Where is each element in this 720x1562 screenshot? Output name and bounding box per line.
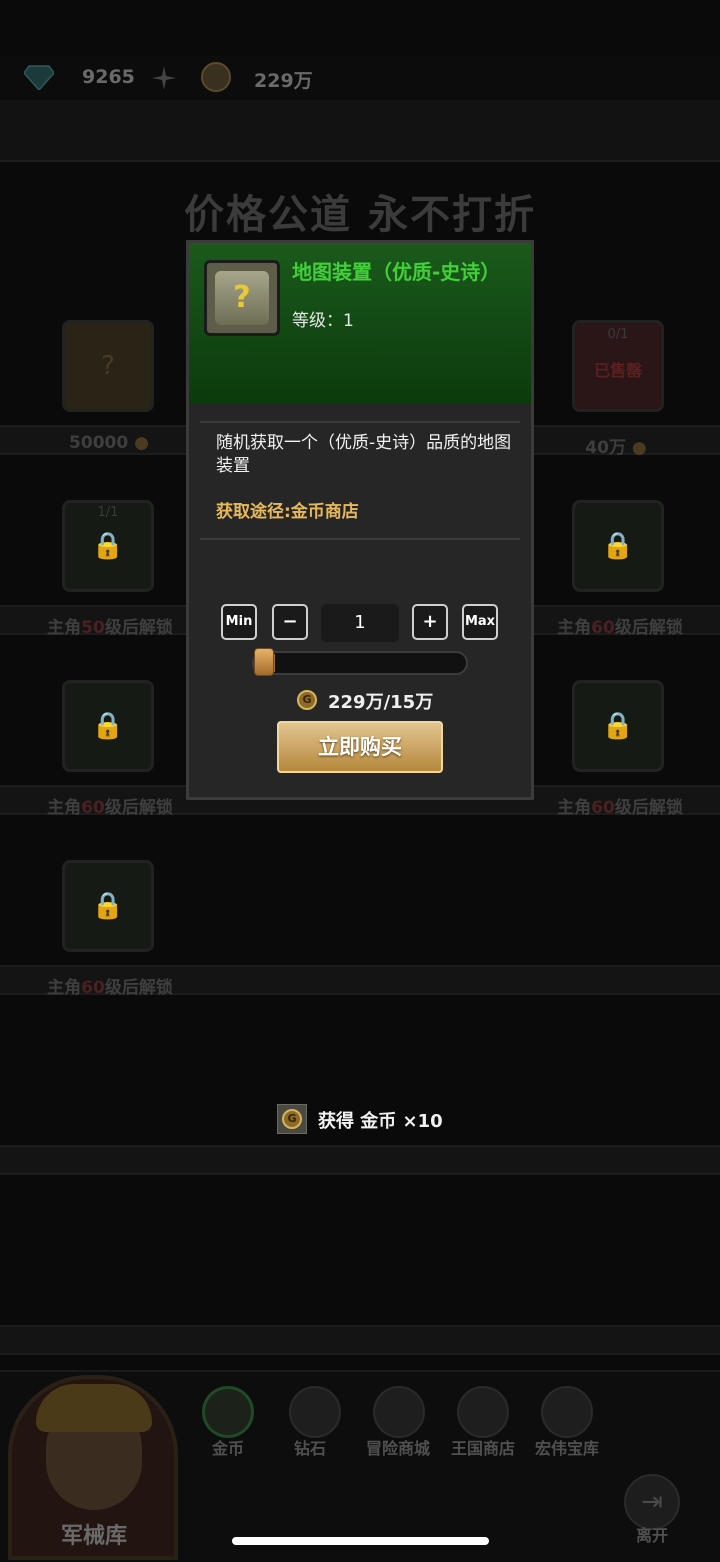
item-source: 获取途径:金币商店 [216, 502, 359, 522]
sold-out-badge: 已售罄 [593, 361, 642, 380]
map-device-icon: ? [215, 271, 269, 325]
shop-item-slot-locked[interactable]: 🔒 [572, 500, 664, 592]
plus-icon[interactable] [150, 64, 178, 92]
increase-button[interactable]: + [412, 604, 448, 640]
shop-item-slot-locked[interactable]: 🔒 [572, 680, 664, 772]
tab-grand-treasury[interactable] [536, 1386, 598, 1438]
lock-icon: 🔒 [601, 531, 635, 561]
shop-item-slot[interactable]: ? [62, 320, 154, 412]
shop-title: 价格公道 永不打折 [184, 191, 536, 238]
slot-price: 40万 ● [585, 438, 647, 458]
diamond-count: 9265 [82, 66, 135, 88]
coin-icon: G [297, 690, 317, 710]
decrease-button[interactable]: − [272, 604, 308, 640]
gold-count: 229万 [254, 70, 313, 92]
lock-icon: 🔒 [601, 711, 635, 741]
slider-handle[interactable] [254, 648, 274, 676]
tab-kingdom-store-label: 王国商店 [450, 1439, 515, 1458]
lock-icon: 🔒 [91, 891, 125, 921]
limit-count: 0/1 [607, 327, 629, 342]
gem-icon [24, 65, 54, 90]
tab-grand-treasury-label: 宏伟宝库 [534, 1439, 599, 1458]
item-level: 等级：1 [292, 311, 354, 331]
item-description: 随机获取一个（优质-史诗）品质的地图装置 [216, 433, 512, 476]
exit-label[interactable]: 离开 [624, 1522, 680, 1546]
lock-icon: 🔒 [91, 711, 125, 741]
coin-icon [202, 1386, 254, 1438]
shop-item-slot-locked[interactable]: 🔒 [62, 680, 154, 772]
tab-adventure-mall-label: 冒险商城 [365, 1439, 430, 1458]
shelf [0, 1325, 720, 1355]
armory-label: 军械库 [60, 1524, 127, 1549]
shop-item-slot-locked[interactable]: 1/1 🔒 [62, 500, 154, 592]
quantity-field[interactable]: 1 [321, 604, 399, 642]
divider [200, 421, 520, 423]
tab-diamond[interactable] [284, 1386, 346, 1438]
question-icon: ? [101, 351, 115, 381]
item-icon-frame: ? [204, 260, 280, 336]
treasure-icon [541, 1386, 593, 1438]
shop-header [0, 100, 720, 162]
unlock-requirement: 主角60级后解锁 [47, 798, 173, 818]
buy-now-button[interactable]: 立即购买 [277, 721, 443, 773]
tab-gold[interactable] [197, 1386, 259, 1438]
unlock-requirement: 主角60级后解锁 [47, 978, 173, 998]
divider [200, 538, 520, 540]
diamond-icon [289, 1386, 341, 1438]
tab-adventure-mall[interactable] [368, 1386, 430, 1438]
shop-item-slot-locked[interactable]: 🔒 [62, 860, 154, 952]
slot-price: 50000 ● [69, 433, 149, 453]
max-button[interactable]: Max [462, 604, 498, 640]
hero-hair [36, 1384, 152, 1432]
coin-icon: G [277, 1104, 307, 1134]
item-name: 地图装置（优质-史诗） [292, 260, 501, 284]
tab-diamond-label: 钻石 [293, 1439, 326, 1458]
quantity-slider[interactable] [252, 651, 468, 675]
price-text: 229万/15万 [328, 692, 434, 713]
shop-item-slot[interactable]: 0/1 已售罄 [572, 320, 664, 412]
reward-toast: 获得 金币 ×10 [318, 1111, 443, 1132]
min-button[interactable]: Min [221, 604, 257, 640]
limit-count: 1/1 [97, 505, 119, 520]
helmet-icon [373, 1386, 425, 1438]
tab-kingdom-store[interactable] [452, 1386, 514, 1438]
home-indicator[interactable] [232, 1537, 489, 1545]
coin-icon [201, 62, 231, 92]
unlock-requirement: 主角60级后解锁 [557, 798, 683, 818]
shelf [0, 1145, 720, 1175]
unlock-requirement: 主角60级后解锁 [557, 618, 683, 638]
crown-icon [457, 1386, 509, 1438]
unlock-requirement: 主角50级后解锁 [47, 618, 173, 638]
tab-gold-label: 金币 [211, 1439, 244, 1458]
